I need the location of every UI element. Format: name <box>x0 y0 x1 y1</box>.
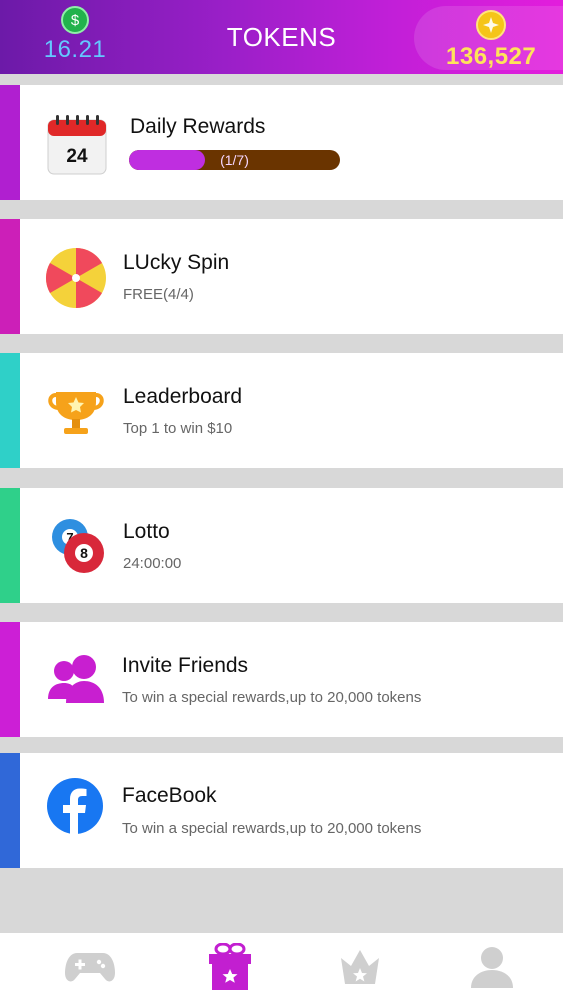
item-title: LUcky Spin <box>123 251 230 274</box>
bottom-tab-bar <box>0 933 563 1000</box>
trophy-icon <box>44 380 108 444</box>
profile-icon <box>471 947 513 988</box>
lotto-balls-icon: 7 8 <box>44 515 108 579</box>
tab-tokens[interactable] <box>200 943 260 991</box>
calendar-icon: 24 <box>44 112 108 176</box>
card-accent-bar <box>0 353 20 468</box>
card-accent-bar <box>0 488 20 603</box>
token-coin-icon <box>476 10 506 40</box>
token-balance[interactable]: 136,527 <box>414 6 563 70</box>
gift-icon <box>209 943 251 990</box>
item-title: Invite Friends <box>122 654 249 677</box>
item-title: Leaderboard <box>123 385 243 408</box>
item-subtitle: To win a special rewards,up to 20,000 to… <box>122 689 422 706</box>
tab-leaderboard[interactable] <box>330 943 390 991</box>
item-subtitle: FREE(4/4) <box>123 286 194 303</box>
lucky-spin-card[interactable]: LUcky Spin FREE(4/4) <box>0 219 563 334</box>
facebook-icon <box>46 777 110 841</box>
lucky-spin-icon <box>44 246 108 310</box>
progress-label: (1/7) <box>220 152 249 168</box>
lotto-card[interactable]: 7 8 Lotto 24:00:00 <box>0 488 563 603</box>
leaderboard-card[interactable]: Leaderboard Top 1 to win $10 <box>0 353 563 468</box>
invite-friends-card[interactable]: Invite Friends To win a special rewards,… <box>0 622 563 737</box>
facebook-card[interactable]: FaceBook To win a special rewards,up to … <box>0 753 563 868</box>
friends-icon <box>44 653 108 717</box>
daily-rewards-card[interactable]: 24 Daily Rewards (1/7) <box>0 85 563 200</box>
card-accent-bar <box>0 622 20 737</box>
card-accent-bar <box>0 219 20 334</box>
card-accent-bar <box>0 753 20 868</box>
item-title: Lotto <box>123 520 170 543</box>
item-subtitle: Top 1 to win $10 <box>123 420 233 437</box>
item-title: FaceBook <box>122 784 217 807</box>
tab-profile[interactable] <box>462 943 522 991</box>
item-subtitle: To win a special rewards,up to 20,000 to… <box>122 820 422 837</box>
tab-games[interactable] <box>60 943 120 991</box>
calendar-day: 24 <box>66 146 88 167</box>
item-subtitle: 24:00:00 <box>123 555 182 572</box>
daily-rewards-progress: (1/7) <box>129 150 340 170</box>
token-value: 136,527 <box>446 43 537 70</box>
card-accent-bar <box>0 85 20 200</box>
gamepad-icon <box>65 953 115 982</box>
crown-icon <box>341 950 379 984</box>
lotto-ball-number: 8 <box>80 545 88 561</box>
top-header: $ 16.21 TOKENS 136,527 <box>0 0 563 74</box>
item-title: Daily Rewards <box>130 115 266 138</box>
